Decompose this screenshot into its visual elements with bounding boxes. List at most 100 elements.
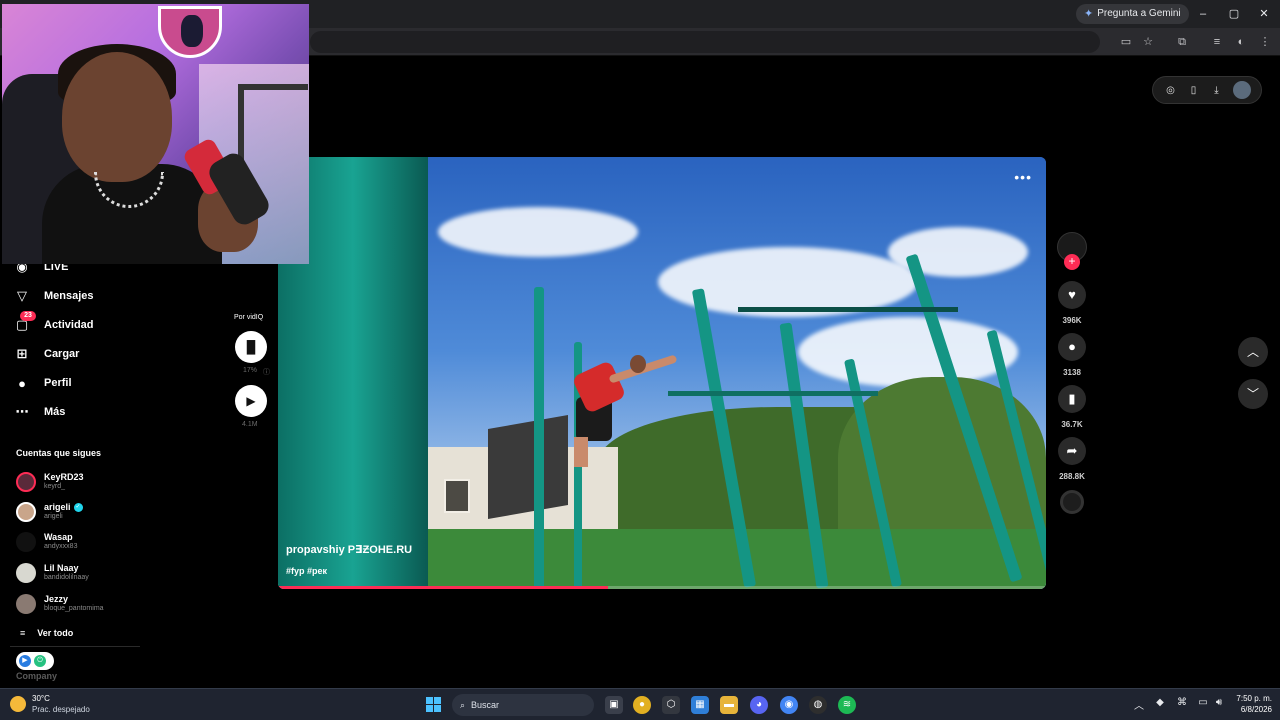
download-icon[interactable]: ⤓ [1210,85,1224,96]
gemini-icon: ✦ [1084,8,1094,20]
sidebar-item-profile[interactable]: ● Perfil [14,372,71,394]
sidebar-item-upload[interactable]: ⊞ Cargar [14,343,80,365]
company-link[interactable]: Company [16,671,57,681]
cloud [438,207,638,257]
minimize-button[interactable]: – [1193,4,1213,24]
maximize-button[interactable]: ▢ [1224,4,1244,24]
weather-desc: Prac. despejado [32,705,90,714]
list-item[interactable]: Jezzy bloque_pantomima [16,592,104,616]
windows-start-icon[interactable] [426,697,441,712]
more-icon: ⋯ [15,404,29,419]
app-icon[interactable]: ⬡ [662,696,680,714]
comment-button[interactable]: ● [1058,333,1086,361]
comment-count: 3138 [1063,368,1081,377]
next-video-button[interactable]: ﹀ [1238,379,1268,409]
gemini-button[interactable]: ✦ Pregunta a Gemini [1076,4,1189,24]
music-disc-icon[interactable] [1060,490,1084,514]
account-handle: andyxxx83 [44,543,78,550]
chevron-up-icon[interactable]: ︿ [1132,697,1146,712]
sidebar-item-activity[interactable]: ▢ 23 Actividad [14,311,94,336]
share-icon: ➦ [1066,443,1078,458]
clock[interactable]: 7:50 p. m. 6/8/2026 [1228,693,1272,715]
follow-plus-icon[interactable]: + [1064,254,1080,270]
previous-video-button[interactable]: ︿ [1238,337,1268,367]
media-control-icon[interactable]: ≡ [1209,34,1225,50]
see-all-link[interactable]: ≡ Ver todo [20,628,73,638]
account-handle: bloque_pantomima [44,605,104,612]
avatar [16,594,36,614]
list-item[interactable]: arigeli ✓ arigeli [16,500,83,524]
bookmark-star-icon[interactable]: ☆ [1140,34,1156,50]
video-hashtags[interactable]: #fyp #рек [286,566,327,576]
extensions-icon[interactable]: ⧉ [1174,34,1190,50]
list-item[interactable]: Lil Naay bandidolilnaay [16,561,89,585]
list-icon: ≡ [20,628,26,638]
file-explorer-icon[interactable]: ▬ [720,696,738,714]
more-options-icon[interactable]: ••• [1014,169,1032,185]
vidiq-label: Por vidIQ [234,314,264,321]
list-item[interactable]: KeyRD23 keyrd_ [16,470,84,494]
crossbar [668,391,878,396]
chevron-down-icon: ﹀ [1246,387,1259,401]
close-button[interactable]: ✕ [1254,4,1274,24]
chrome-icon[interactable]: ● [633,696,651,714]
following-title: Cuentas que sigues [16,448,102,458]
extension-pill[interactable]: ▶ ⏻ [16,652,54,670]
bar-pole [534,287,544,589]
sidebar-item-more[interactable]: ⋯ Más [14,401,66,423]
task-view-icon[interactable]: ▣ [605,696,623,714]
window [444,479,470,513]
video-author[interactable]: propavshiy P∃ƵOHE.RU [286,543,412,556]
clock-time: 7:50 p. m. [1236,694,1272,703]
play-button[interactable]: ▶ [235,385,267,417]
explore-icon[interactable]: ◎ [1164,85,1178,96]
volume-icon[interactable]: 🔊︎ [1212,697,1226,708]
display-icon[interactable]: ▭ [1196,697,1210,708]
vidiq-percent: 17% [243,367,258,374]
language-icon[interactable]: ⌘ [1175,697,1189,708]
save-button[interactable]: ▮ [1058,385,1086,413]
avatar [16,472,36,492]
sidebar-item-messages[interactable]: ▽ Mensajes [14,285,94,307]
comment-icon: ● [1068,339,1076,354]
discord-icon[interactable]: ◕ [750,696,768,714]
account-name: Wasap [44,532,73,542]
menu-kebab-icon[interactable]: ⋮ [1257,34,1273,50]
list-item[interactable]: Wasap andyxxx83 [16,530,77,554]
video-progress-bar[interactable] [278,586,1046,589]
address-bar[interactable] [310,31,1100,53]
bookmark-icon: ▮ [1068,391,1076,406]
gemini-label: Pregunta a Gemini [1097,8,1181,19]
photos-icon[interactable]: ▦ [691,696,709,714]
sidebar-item-label: Actividad [44,319,94,331]
like-count: 396K [1062,316,1082,325]
crossbar [738,307,958,312]
spotify-icon[interactable]: ≋ [838,696,856,714]
account-handle: arigeli [44,513,63,521]
chrome-active-icon[interactable]: ◉ [780,696,798,714]
like-button[interactable]: ♥ [1058,281,1086,309]
vidiq-stats-button[interactable]: ▐▌ [235,331,267,363]
sidebar-item-label: Más [44,406,66,418]
see-all-label: Ver todo [37,628,74,638]
webcam-logo [158,6,222,58]
security-icon[interactable]: ◆ [1153,697,1167,708]
cast-icon[interactable]: ▭ [1118,34,1134,50]
search-placeholder: Buscar [471,700,500,710]
profile-icon[interactable]: ◐ [1233,34,1249,50]
sidebar-item-label: Mensajes [44,290,94,302]
obs-icon[interactable]: ◍ [809,696,827,714]
heart-icon: ♥ [1068,287,1076,302]
video-player[interactable]: ••• propavshiy P∃ƵOHE.RU #fyp #рек [278,157,1046,589]
taskbar-search[interactable]: ⌕ Buscar [452,694,594,716]
weather-widget[interactable]: 30°C Prac. despejado [10,693,90,715]
divider [10,646,140,647]
mic-arm [238,84,308,90]
device-icon[interactable]: ▯ [1187,85,1201,96]
user-avatar[interactable] [1232,81,1251,99]
account-name: Lil Naay [44,563,79,573]
avatar [16,532,36,552]
messages-icon: ▽ [17,288,27,303]
share-button[interactable]: ➦ [1058,437,1086,465]
power-extension-icon: ⏻ [34,655,46,667]
